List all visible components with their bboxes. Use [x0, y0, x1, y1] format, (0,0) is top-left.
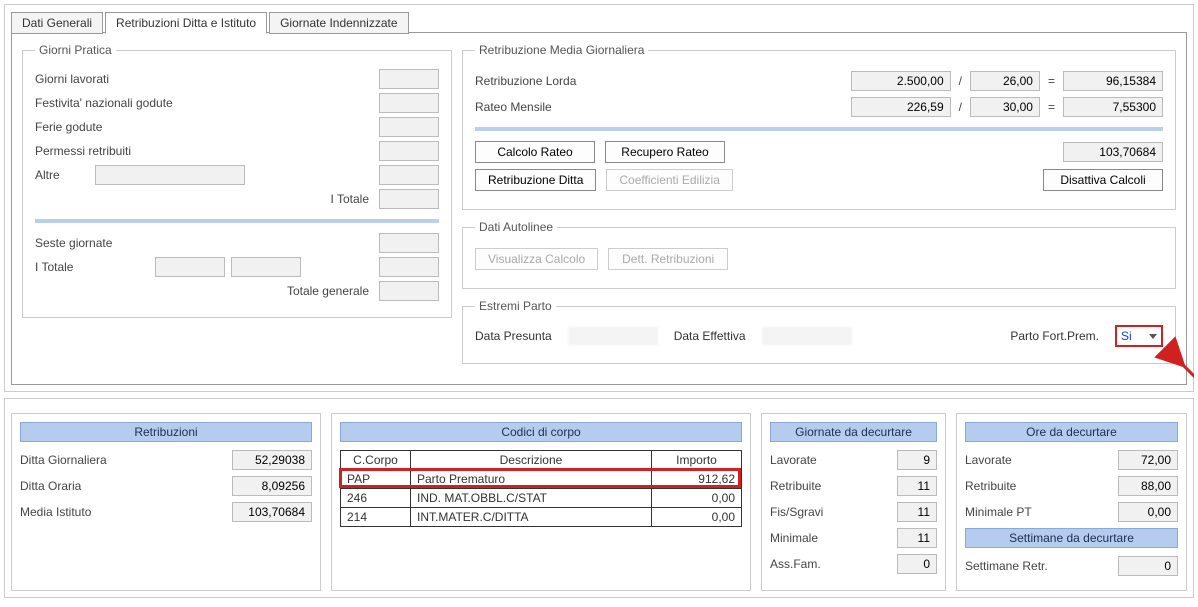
title-codici: Codici di corpo: [340, 422, 742, 442]
lbl-rateo: Rateo Mensile: [475, 100, 615, 114]
th-importo: Importo: [652, 451, 742, 470]
in-itot-b[interactable]: [231, 257, 301, 277]
in-rateo-a[interactable]: [851, 97, 951, 117]
in-rmg-totale: [1063, 142, 1163, 162]
divider: [475, 127, 1163, 131]
table-codici: C.Corpo Descrizione Importo PAP Parto Pr…: [340, 450, 742, 527]
select-parto-fort[interactable]: Si: [1115, 325, 1163, 347]
lbl-altre: Altre: [35, 168, 95, 182]
btn-retrib-ditta[interactable]: Retribuzione Ditta: [475, 169, 596, 191]
rmg-legend: Retribuzione Media Giornaliera: [475, 43, 648, 57]
lbl-ditta-giorn: Ditta Giornaliera: [20, 453, 107, 467]
lbl-lorda: Retribuzione Lorda: [475, 74, 615, 88]
in-data-presunta[interactable]: [568, 327, 658, 345]
in-ferie[interactable]: [379, 117, 439, 137]
lbl-parto-fort: Parto Fort.Prem.: [1010, 329, 1099, 343]
in-g-retrib[interactable]: [897, 476, 937, 496]
in-lavorati[interactable]: [379, 69, 439, 89]
panel-codici: Codici di corpo C.Corpo Descrizione Impo…: [331, 413, 751, 591]
in-rateo-r: [1063, 97, 1163, 117]
rmg-group: Retribuzione Media Giornaliera Retribuzi…: [462, 43, 1176, 210]
in-lorda-a[interactable]: [851, 71, 951, 91]
title-ore: Ore da decurtare: [965, 422, 1178, 442]
in-ditta-oraria: [232, 476, 312, 496]
estremi-parto-group: Estremi Parto Data Presunta Data Effetti…: [462, 299, 1176, 364]
autolinee-legend: Dati Autolinee: [475, 220, 557, 234]
in-o-retrib[interactable]: [1118, 476, 1178, 496]
lbl-itotale2: I Totale: [35, 260, 155, 274]
in-itotale: [379, 189, 439, 209]
tab-dati-generali[interactable]: Dati Generali: [11, 12, 103, 34]
lbl-ditta-oraria: Ditta Oraria: [20, 479, 81, 493]
giorni-pratica-group: Giorni Pratica Giorni lavorati Festivita…: [22, 43, 452, 318]
giorni-pratica-legend: Giorni Pratica: [35, 43, 116, 57]
table-row[interactable]: 214 INT.MATER.C/DITTA 0,00: [341, 508, 742, 527]
btn-visualizza-calcolo: Visualizza Calcolo: [475, 248, 598, 270]
in-lorda-b[interactable]: [970, 71, 1040, 91]
btn-dett-retrib: Dett. Retribuzioni: [608, 248, 728, 270]
in-ditta-giorn: [232, 450, 312, 470]
in-g-ass[interactable]: [897, 554, 937, 574]
in-o-minpt[interactable]: [1118, 502, 1178, 522]
th-descrizione: Descrizione: [411, 451, 652, 470]
in-lorda-r: [1063, 71, 1163, 91]
lbl-data-effettiva: Data Effettiva: [674, 329, 746, 343]
in-o-lavorate[interactable]: [1118, 450, 1178, 470]
title-giornate: Giornate da decurtare: [770, 422, 937, 442]
btn-coeff-edilizia: Coefficienti Edilizia: [606, 169, 733, 191]
divider: [35, 219, 439, 223]
lbl-media-istituto: Media Istituto: [20, 505, 91, 519]
tab-content: Giorni Pratica Giorni lavorati Festivita…: [11, 32, 1187, 385]
lbl-lavorati: Giorni lavorati: [35, 72, 235, 86]
btn-recupero-rateo[interactable]: Recupero Rateo: [605, 141, 725, 163]
in-data-effettiva[interactable]: [762, 327, 852, 345]
panel-ore: Ore da decurtare Lavorate Retribuite Min…: [956, 413, 1187, 591]
lbl-totgen: Totale generale: [287, 284, 369, 298]
in-totgen: [379, 281, 439, 301]
autolinee-group: Dati Autolinee Visualizza Calcolo Dett. …: [462, 220, 1176, 289]
tab-bar: Dati Generali Retribuzioni Ditta e Istit…: [11, 11, 1187, 33]
tab-retribuzioni[interactable]: Retribuzioni Ditta e Istituto: [105, 12, 267, 34]
btn-disattiva-calcoli[interactable]: Disattiva Calcoli: [1043, 169, 1163, 191]
in-media-istituto: [232, 502, 312, 522]
lbl-itotale: I Totale: [331, 192, 369, 206]
in-itot-a[interactable]: [155, 257, 225, 277]
in-altre-val[interactable]: [379, 165, 439, 185]
in-seste[interactable]: [379, 233, 439, 253]
lbl-ferie: Ferie godute: [35, 120, 235, 134]
lbl-permessi: Permessi retribuiti: [35, 144, 235, 158]
panel-giornate: Giornate da decurtare Lavorate Retribuit…: [761, 413, 946, 591]
title-retribuzioni: Retribuzioni: [20, 422, 312, 442]
parto-legend: Estremi Parto: [475, 299, 556, 313]
table-row[interactable]: 246 IND. MAT.OBBL.C/STAT 0,00: [341, 489, 742, 508]
title-settimane: Settimane da decurtare: [965, 528, 1178, 548]
in-g-min[interactable]: [897, 528, 937, 548]
in-rateo-b[interactable]: [970, 97, 1040, 117]
in-permessi[interactable]: [379, 141, 439, 161]
th-ccorpo: C.Corpo: [341, 451, 411, 470]
btn-calcolo-rateo[interactable]: Calcolo Rateo: [475, 141, 595, 163]
in-festivita[interactable]: [379, 93, 439, 113]
lbl-seste: Seste giornate: [35, 236, 235, 250]
in-altre-txt[interactable]: [95, 165, 245, 185]
in-g-lavorate[interactable]: [897, 450, 937, 470]
in-sett-retr[interactable]: [1118, 556, 1178, 576]
chevron-down-icon: [1149, 334, 1157, 339]
panel-retribuzioni: Retribuzioni Ditta Giornaliera Ditta Ora…: [11, 413, 321, 591]
tab-giornate[interactable]: Giornate Indennizzate: [269, 12, 408, 34]
lbl-festivita: Festivita' nazionali godute: [35, 96, 235, 110]
lbl-data-presunta: Data Presunta: [475, 329, 552, 343]
in-g-fis[interactable]: [897, 502, 937, 522]
in-itot-c: [379, 257, 439, 277]
table-row[interactable]: PAP Parto Prematuro 912,62: [341, 470, 742, 489]
